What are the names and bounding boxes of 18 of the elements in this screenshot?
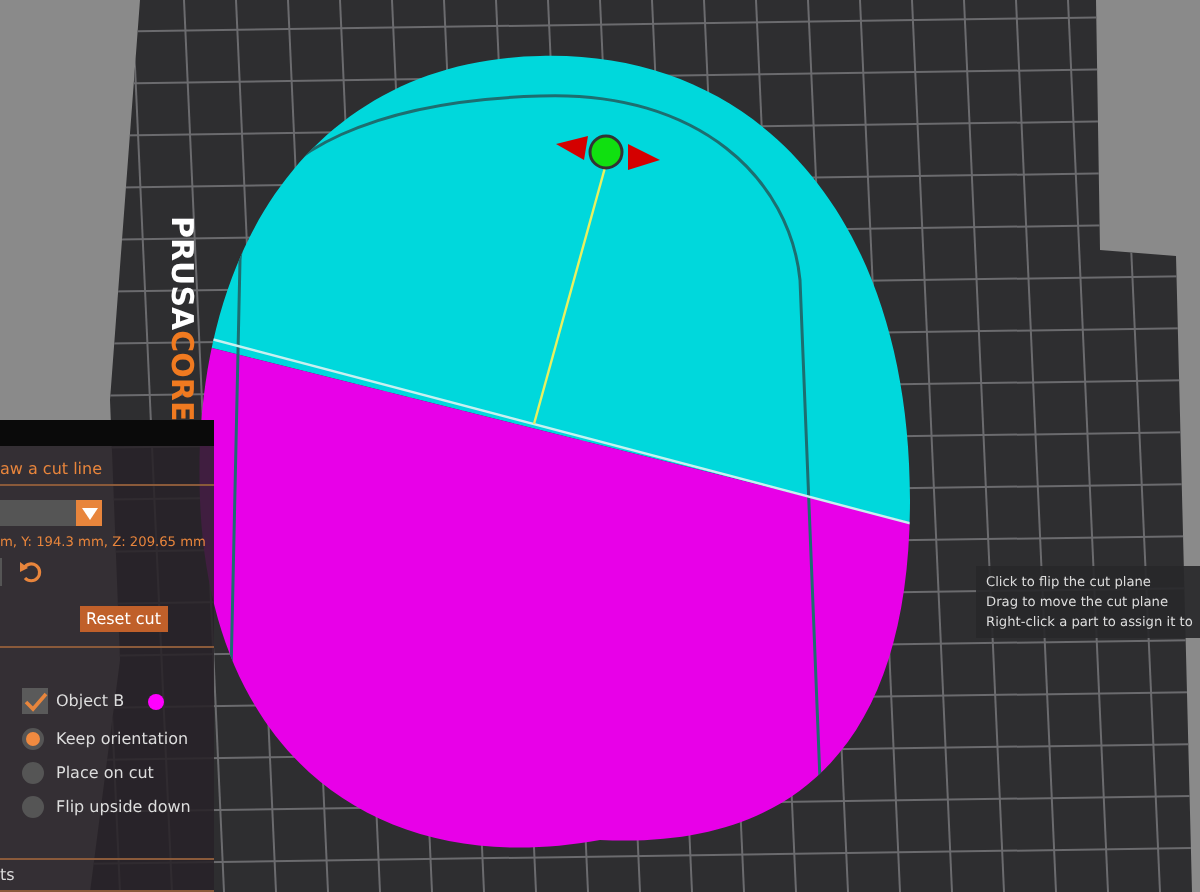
footer-text: ts: [0, 864, 17, 888]
radio-label: Place on cut: [56, 764, 154, 782]
reset-icon[interactable]: [18, 560, 42, 584]
radio-label: Keep orientation: [56, 730, 189, 748]
mode-label: aw a cut line: [0, 458, 103, 482]
dropdown-field[interactable]: [0, 500, 76, 526]
checkbox-label: Object B: [56, 692, 125, 710]
radio-button[interactable]: [22, 728, 44, 750]
radio-button[interactable]: [22, 762, 44, 784]
radio-label: Flip upside down: [56, 798, 191, 816]
bed-logo-text: PRUSA: [164, 216, 200, 331]
bed-logo-text: CORE: [164, 330, 200, 422]
checkbox[interactable]: [22, 688, 48, 714]
reset-cut-button[interactable]: Reset cut: [80, 606, 167, 632]
dropdown-button[interactable]: [76, 500, 102, 526]
caret-icon: [81, 507, 97, 519]
radio-button[interactable]: [22, 796, 44, 818]
cut-plane-handle-icon[interactable]: [556, 134, 660, 170]
